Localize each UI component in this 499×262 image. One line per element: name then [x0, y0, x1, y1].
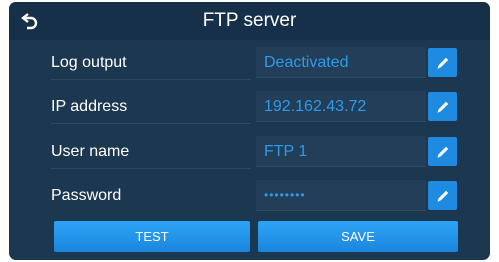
back-button[interactable] — [15, 6, 45, 36]
edit-log-output-button[interactable] — [428, 48, 457, 77]
user-name-value[interactable]: FTP 1 — [256, 136, 426, 167]
save-button[interactable]: SAVE — [258, 221, 458, 252]
log-output-value[interactable]: Deactivated — [256, 47, 426, 78]
edit-password-button[interactable] — [428, 181, 457, 210]
ip-address-value[interactable]: 192.162.43.72 — [256, 91, 426, 122]
page-title: FTP server — [202, 10, 297, 31]
header-bar: FTP server — [9, 2, 490, 40]
row-divider — [51, 123, 251, 124]
pencil-icon — [437, 57, 448, 69]
setting-row-ip-address: IP address 192.162.43.72 — [9, 90, 490, 124]
row-divider — [51, 79, 251, 80]
back-arrow-icon — [21, 13, 38, 30]
edit-ip-address-button[interactable] — [428, 92, 457, 121]
edit-user-name-button[interactable] — [428, 137, 457, 166]
setting-row-log-output: Log output Deactivated — [9, 46, 490, 80]
password-value[interactable]: •••••••• — [256, 180, 426, 211]
setting-row-password: Password •••••••• — [9, 179, 490, 213]
ip-address-label: IP address — [51, 98, 128, 115]
log-output-label: Log output — [51, 54, 127, 71]
ftp-server-screen: FTP server Log output Deactivated IP add… — [9, 2, 490, 260]
row-divider — [51, 168, 251, 169]
password-label: Password — [51, 187, 122, 204]
pencil-icon — [437, 101, 448, 113]
user-name-label: User name — [51, 143, 130, 160]
test-button[interactable]: TEST — [54, 221, 250, 252]
pencil-icon — [437, 146, 448, 158]
pencil-icon — [437, 190, 448, 202]
setting-row-user-name: User name FTP 1 — [9, 135, 490, 169]
